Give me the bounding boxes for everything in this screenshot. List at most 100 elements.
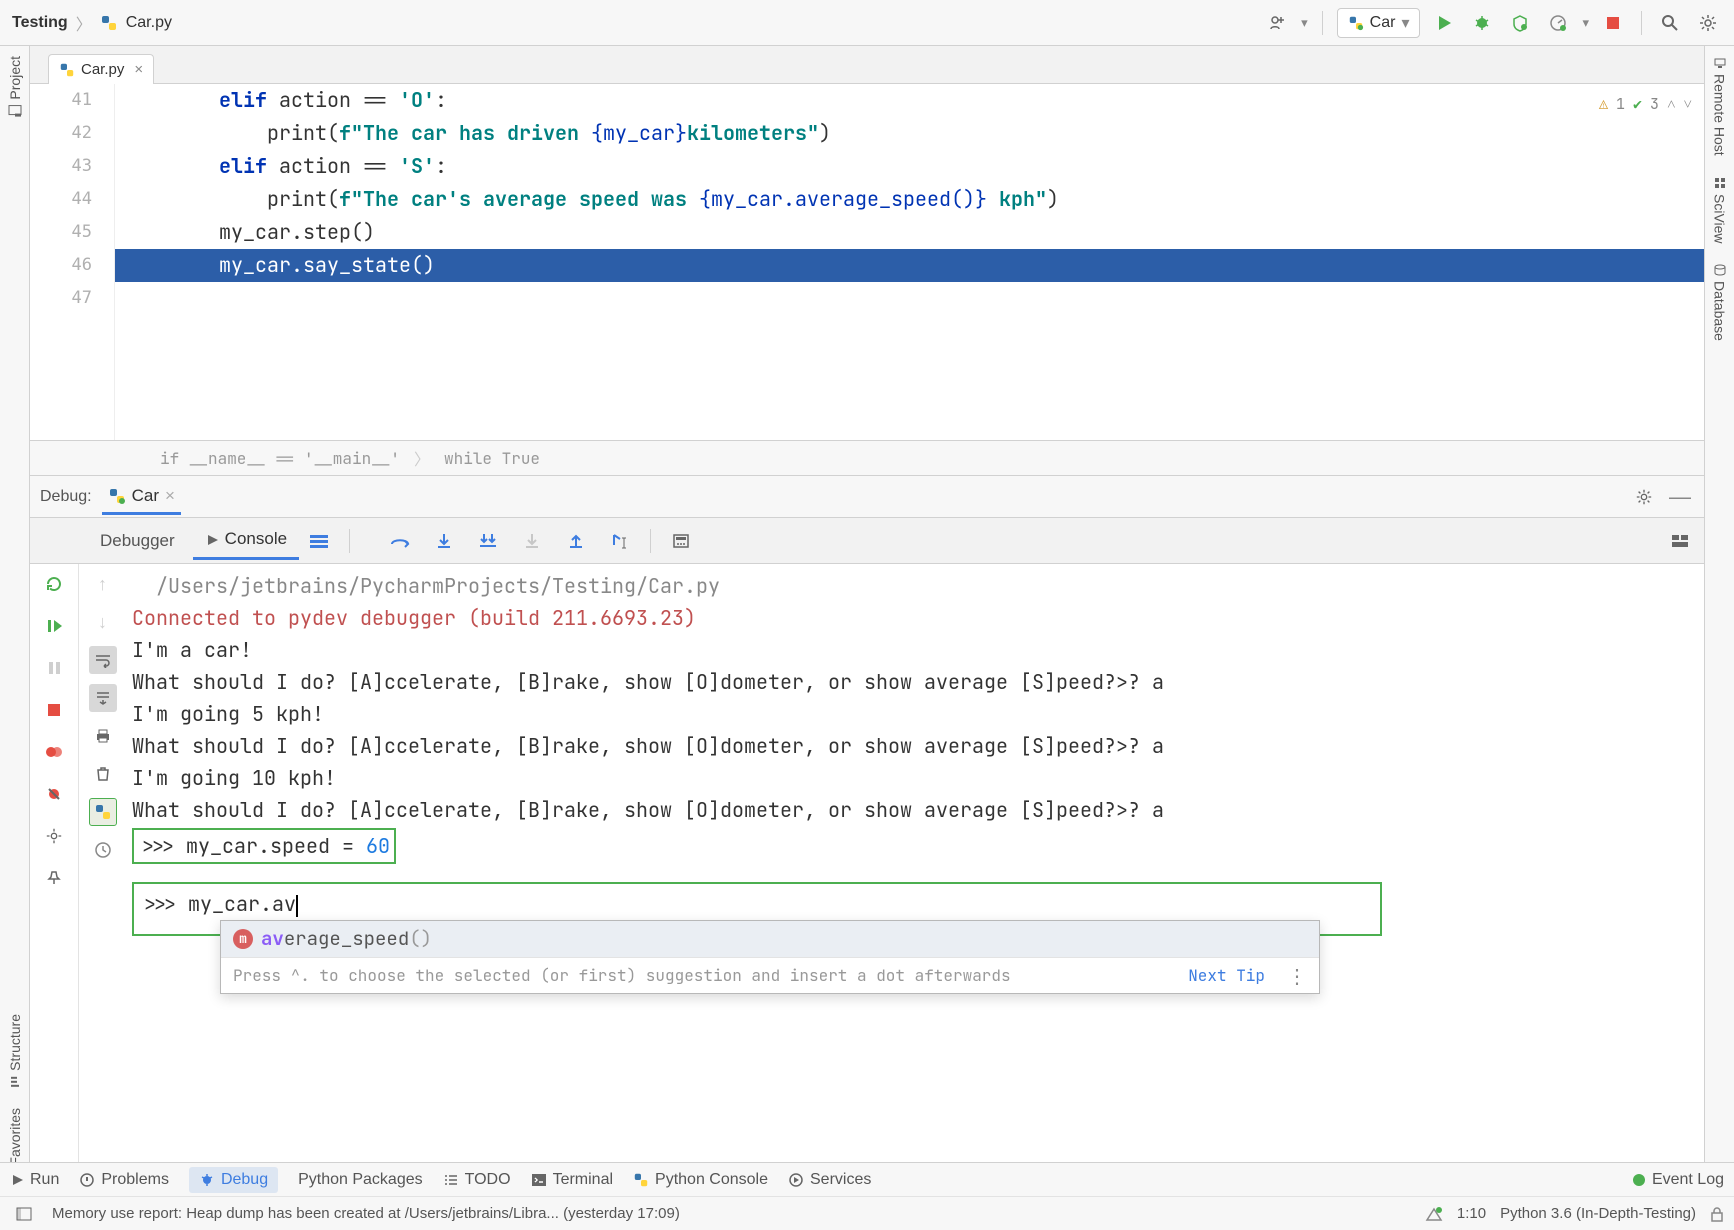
pin-icon[interactable] [40,864,68,892]
print-icon[interactable] [89,722,117,750]
bottom-tool-bar: Run Problems Debug Python Packages TODO … [0,1162,1734,1196]
gear-icon[interactable] [40,822,68,850]
project-tool-button[interactable]: Project [7,46,23,128]
editor-tab[interactable]: Car.py × [48,54,154,84]
python-prompt-icon[interactable] [89,798,117,826]
debug-run-controls [30,564,78,1196]
tab-label: Car.py [81,61,124,78]
mute-breakpoints-icon[interactable] [40,780,68,808]
pause-icon[interactable] [40,654,68,682]
database-tool-button[interactable]: Database [1712,253,1728,351]
terminal-tool-button[interactable]: Terminal [531,1171,613,1189]
clear-icon[interactable] [89,760,117,788]
check-icon: ✔ [1633,94,1642,114]
search-icon[interactable] [1656,9,1684,37]
resume-icon[interactable] [40,612,68,640]
code-editor[interactable]: 41 42 43 44 45 46 47 elif action == 'O':… [30,84,1704,440]
debug-icon[interactable] [1468,9,1496,37]
interpreter[interactable]: Python 3.6 (In-Depth-Testing) [1500,1205,1696,1222]
top-toolbar: Testing 〉 Car.py ▾ Car ▾ ▾ [0,0,1734,46]
minimize-icon[interactable]: — [1666,483,1694,511]
gear-icon[interactable] [1630,483,1658,511]
editor-tabbar: Car.py × [30,46,1704,84]
python-console-tool-button[interactable]: Python Console [633,1171,768,1189]
gutter: 41 42 43 44 45 46 47 [30,84,115,440]
stop-icon[interactable] [1599,9,1627,37]
gear-icon[interactable] [1694,9,1722,37]
code-content[interactable]: elif action == 'O': print(f"The car has … [115,84,1704,440]
status-message[interactable]: Memory use report: Heap dump has been cr… [52,1205,1411,1222]
debugger-tab[interactable]: Debugger [88,523,187,559]
step-into-icon[interactable] [430,527,458,555]
inspection-widget[interactable]: ⚠1 ✔3 ˄ ˅ [1599,94,1692,114]
problems-tool-button[interactable]: Problems [79,1171,169,1189]
close-icon[interactable]: × [165,486,175,506]
structure-tool-button[interactable]: Structure [7,1004,23,1099]
breadcrumb-project[interactable]: Testing [12,14,68,32]
history-icon[interactable] [89,836,117,864]
threads-icon[interactable] [305,527,333,555]
chevron-down-icon[interactable]: ▾ [1301,15,1308,31]
console-output[interactable]: /Users/jetbrains/PycharmProjects/Testing… [126,564,1704,1196]
tool-window-icon[interactable] [10,1200,38,1228]
debug-label: Debug: [40,488,92,506]
status-bar: Memory use report: Heap dump has been cr… [0,1196,1734,1230]
console-input[interactable]: >>> my_car.av m average_speed() Press ^.… [132,882,1382,936]
debug-panel: Debug: Car × — Debugger Console [30,476,1704,1196]
event-log-tool-button[interactable]: Event Log [1632,1171,1724,1189]
run-icon[interactable] [1430,9,1458,37]
up-icon[interactable]: ↑ [89,570,117,598]
chevron-up-icon[interactable]: ˄ [1667,94,1675,114]
step-into-my-code-icon[interactable] [474,527,502,555]
notification-icon[interactable] [1425,1206,1443,1222]
scroll-to-end-icon[interactable] [89,684,117,712]
debug-session-tab[interactable]: Car × [102,478,181,515]
run-config-name: Car [1370,14,1396,32]
python-packages-tool-button[interactable]: Python Packages [298,1171,423,1189]
run-tool-button[interactable]: Run [10,1171,59,1189]
layout-icon[interactable] [1666,527,1694,555]
breadcrumb-file[interactable]: Car.py [126,14,172,32]
services-tool-button[interactable]: Services [788,1171,871,1189]
console-controls: ↑ ↓ [78,564,126,1196]
close-icon[interactable]: × [134,61,143,78]
add-config-icon[interactable] [1263,9,1291,37]
chevron-right-icon: 〉 [414,446,430,470]
remote-host-tool-button[interactable]: Remote Host [1712,46,1728,166]
chevron-down-icon: ▾ [1401,13,1409,33]
run-config-selector[interactable]: Car ▾ [1337,8,1421,38]
soft-wrap-icon[interactable] [89,646,117,674]
completion-hint: Press ^. to choose the selected (or firs… [221,957,1319,993]
step-out-icon[interactable] [562,527,590,555]
completion-popup[interactable]: m average_speed() Press ^. to choose the… [220,920,1320,994]
chevron-down-icon[interactable]: ˅ [1684,94,1692,114]
debug-header: Debug: Car × — [30,476,1704,518]
warning-icon: ⚠ [1599,94,1608,114]
run-to-cursor-icon[interactable] [606,527,634,555]
breadcrumb: Testing 〉 Car.py [12,11,172,35]
debug-tool-button[interactable]: Debug [189,1167,278,1193]
editor-area: Car.py × 41 42 43 44 45 46 47 elif actio… [30,46,1704,476]
down-icon[interactable]: ↓ [89,608,117,636]
more-icon[interactable]: ⋮ [1287,960,1307,992]
step-over-icon[interactable] [386,527,414,555]
evaluate-expression-icon[interactable] [667,527,695,555]
chevron-right-icon: 〉 [76,11,92,35]
cursor-position[interactable]: 1:10 [1457,1205,1486,1222]
profile-icon[interactable] [1544,9,1572,37]
stop-icon[interactable] [40,696,68,724]
method-icon: m [233,929,253,949]
view-breakpoints-icon[interactable] [40,738,68,766]
lock-icon[interactable] [1710,1206,1724,1222]
force-step-into-icon[interactable] [518,527,546,555]
completion-item[interactable]: m average_speed() [221,921,1319,957]
chevron-down-icon[interactable]: ▾ [1582,15,1589,31]
todo-tool-button[interactable]: TODO [443,1171,511,1189]
debug-toolbar: Debugger Console [30,518,1704,564]
breadcrumb-bar: if __name__ == '__main__' 〉 while True [30,440,1704,476]
console-tab[interactable]: Console [193,521,299,560]
next-tip-link[interactable]: Next Tip [1188,960,1265,992]
coverage-icon[interactable] [1506,9,1534,37]
sciview-tool-button[interactable]: SciView [1712,166,1728,254]
rerun-icon[interactable] [40,570,68,598]
